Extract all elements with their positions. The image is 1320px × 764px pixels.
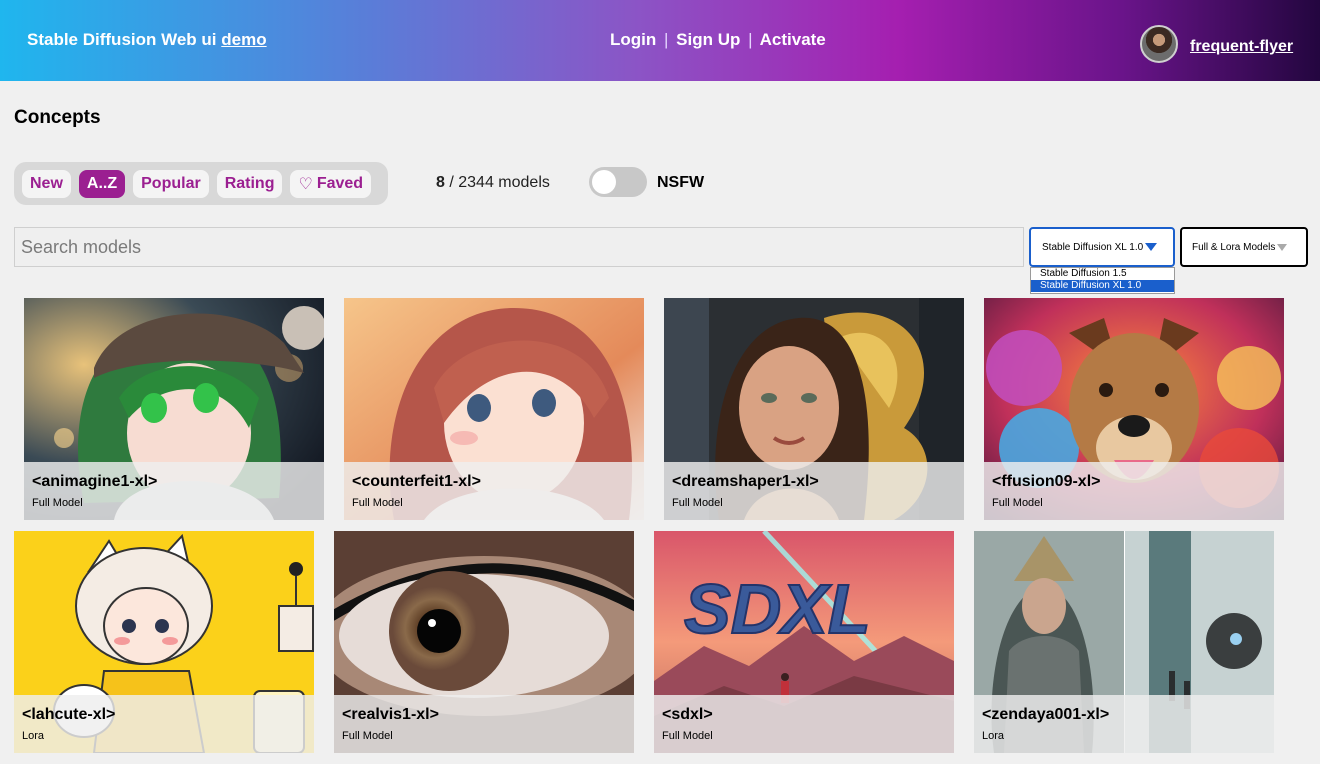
user-menu[interactable]: frequent-flyer xyxy=(1140,25,1293,63)
chevron-down-icon xyxy=(1145,243,1158,251)
base-model-dropdown: Stable Diffusion 1.5 Stable Diffusion XL… xyxy=(1030,267,1175,294)
model-card[interactable]: <animagine1-xl> Full Model xyxy=(24,298,324,520)
model-type: Full Model xyxy=(662,730,713,742)
login-link[interactable]: Login xyxy=(610,30,656,49)
model-name: <dreamshaper1-xl> xyxy=(672,473,819,490)
toggle-knob xyxy=(592,170,616,194)
model-type: Full Model xyxy=(352,497,403,509)
model-name: <zendaya001-xl> xyxy=(982,706,1110,723)
search-input[interactable] xyxy=(14,227,1024,267)
model-type: Full Model xyxy=(342,730,393,742)
model-name: <realvis1-xl> xyxy=(342,706,439,723)
model-card[interactable]: <ffusion09-xl> Full Model xyxy=(984,298,1284,520)
base-model-select[interactable]: Stable Diffusion XL 1.0 xyxy=(1029,227,1175,267)
model-card[interactable]: SDXL <sdxl> Full Model xyxy=(654,531,954,753)
auth-nav: Login | Sign Up | Activate xyxy=(610,30,826,50)
sort-filter-group: New A..Z Popular Rating ♡ Faved xyxy=(14,162,388,205)
model-card[interactable]: <zendaya001-xl> Lora xyxy=(974,531,1274,753)
total-count: / 2344 models xyxy=(449,174,550,191)
model-card[interactable]: <realvis1-xl> Full Model xyxy=(334,531,634,753)
shown-count: 8 xyxy=(436,174,445,191)
model-type: Lora xyxy=(982,730,1005,742)
activate-link[interactable]: Activate xyxy=(760,30,826,49)
card-caption: <counterfeit1-xl> Full Model xyxy=(344,462,644,520)
nav-separator: | xyxy=(664,30,669,49)
svg-text:SDXL: SDXL xyxy=(684,570,871,648)
model-card[interactable]: <dreamshaper1-xl> Full Model xyxy=(664,298,964,520)
username-link[interactable]: frequent-flyer xyxy=(1190,38,1293,56)
signup-link[interactable]: Sign Up xyxy=(676,30,740,49)
model-type: Full Model xyxy=(672,497,723,509)
chevron-down-icon xyxy=(1277,243,1288,251)
model-card[interactable]: <lahcute-xl> Lora xyxy=(14,531,314,753)
card-caption: <zendaya001-xl> Lora xyxy=(974,695,1274,753)
filter-az-button[interactable]: A..Z xyxy=(78,169,126,198)
option-sdxl[interactable]: Stable Diffusion XL 1.0 xyxy=(1031,280,1174,292)
card-caption: <ffusion09-xl> Full Model xyxy=(984,462,1284,520)
top-bar: Stable Diffusion Web ui demo Login | Sig… xyxy=(0,0,1320,81)
model-type: Full Model xyxy=(992,497,1043,509)
demo-link[interactable]: demo xyxy=(221,30,266,49)
filter-new-button[interactable]: New xyxy=(22,169,71,198)
filter-rating-button[interactable]: Rating xyxy=(216,169,283,198)
base-model-value: Stable Diffusion XL 1.0 xyxy=(1042,241,1144,253)
page-title: Concepts xyxy=(14,107,101,128)
card-caption: <animagine1-xl> Full Model xyxy=(24,462,324,520)
card-caption: <sdxl> Full Model xyxy=(654,695,954,753)
faved-label: Faved xyxy=(316,174,364,192)
model-name: <sdxl> xyxy=(662,706,713,723)
model-type: Lora xyxy=(22,730,45,742)
card-caption: <realvis1-xl> Full Model xyxy=(334,695,634,753)
model-type: Full Model xyxy=(32,497,83,509)
option-sd15[interactable]: Stable Diffusion 1.5 xyxy=(1031,268,1174,280)
model-name: <ffusion09-xl> xyxy=(992,473,1101,490)
heart-icon: ♡ xyxy=(298,175,313,193)
model-name: <lahcute-xl> xyxy=(22,706,116,723)
model-name: <counterfeit1-xl> xyxy=(352,473,481,490)
avatar[interactable] xyxy=(1140,25,1178,63)
model-count: 8 / 2344 models xyxy=(436,174,550,192)
model-type-select[interactable]: Full & Lora Models xyxy=(1180,227,1308,267)
card-caption: <dreamshaper1-xl> Full Model xyxy=(664,462,964,520)
nsfw-toggle[interactable] xyxy=(589,167,647,197)
model-name: <animagine1-xl> xyxy=(32,473,158,490)
brand: Stable Diffusion Web ui demo xyxy=(27,30,267,50)
nsfw-label: NSFW xyxy=(657,174,705,191)
card-caption: <lahcute-xl> Lora xyxy=(14,695,314,753)
filter-popular-button[interactable]: Popular xyxy=(133,169,209,198)
model-card[interactable]: <counterfeit1-xl> Full Model xyxy=(344,298,644,520)
brand-title: Stable Diffusion Web ui xyxy=(27,30,217,49)
nav-separator: | xyxy=(748,30,753,49)
model-type-value: Full & Lora Models xyxy=(1192,241,1276,253)
filter-faved-button[interactable]: ♡ Faved xyxy=(290,169,372,198)
